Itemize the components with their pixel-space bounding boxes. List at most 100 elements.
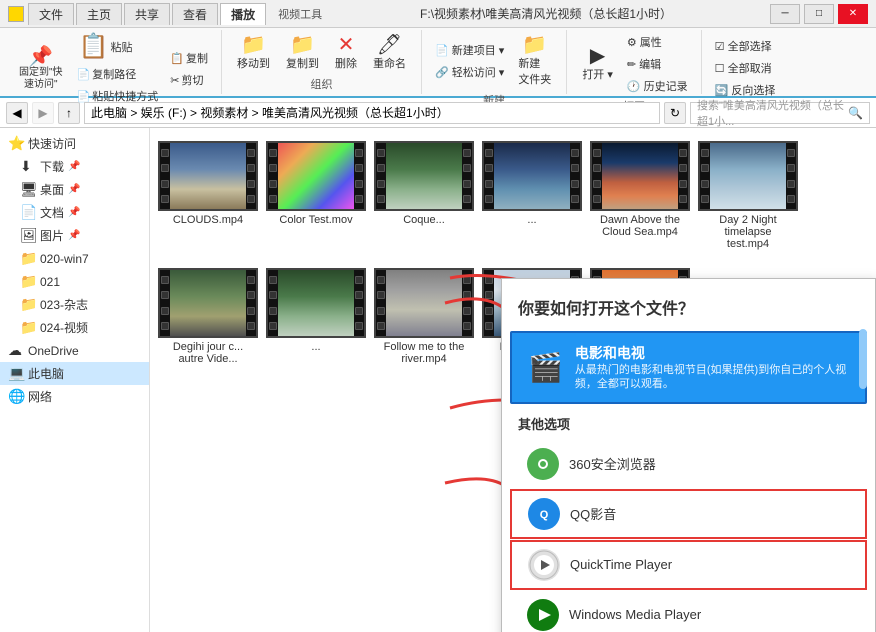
desktop-pin: 📌 [68, 184, 80, 195]
maximize-button[interactable]: □ [804, 4, 834, 24]
folder-023-icon: 📁 [20, 296, 36, 313]
sidebar-item-desktop[interactable]: 🖥 桌面 📌 [0, 178, 149, 201]
new-item-button[interactable]: 📄 新建项目 ▾ [430, 40, 509, 60]
ribbon-section-select: ☑ 全部选择 ☐ 全部取消 🔄 反向选择 选择 [702, 30, 789, 94]
tab-view[interactable]: 查看 [172, 3, 218, 25]
icon-quicktime [528, 549, 560, 581]
file-item-extra2[interactable]: ... [266, 263, 366, 370]
file-item-clouds[interactable]: CLOUDS.mp4 [158, 136, 258, 255]
dialog-option-360[interactable]: 360安全浏览器 [510, 440, 867, 488]
svg-text:Q: Q [540, 509, 549, 521]
rename-icon: 🖊 [377, 35, 402, 55]
edit-button[interactable]: ✏ 编辑 [622, 54, 693, 74]
sidebar-item-documents[interactable]: 📄 文档 📌 [0, 201, 149, 224]
ribbon-section-clipboard: 📌 固定到"快速访问" 📋 粘贴 📄 复制路径 📄 粘贴快捷方式 [4, 30, 222, 94]
sidebar-network-label: 网络 [28, 388, 52, 405]
copy-path-button[interactable]: 📄 复制路径 [72, 64, 164, 84]
option-qt-name: QuickTime Player [570, 557, 672, 572]
file-name-coque: Coque... [403, 214, 445, 226]
sidebar-item-thispc[interactable]: 💻 此电脑 [0, 362, 149, 385]
file-item-day2[interactable]: Day 2 Night timelapse test.mp4 [698, 136, 798, 255]
sidebar-item-024[interactable]: 📁 024-视频 [0, 316, 149, 339]
downloads-icon: ⬇ [20, 158, 36, 175]
dialog-option-movies-tv[interactable]: 🎬 电影和电视 从最热门的电影和电视节目(如果提供)到你自己的个人视频，全都可以… [510, 331, 867, 404]
search-box[interactable]: 搜索"唯美高清风光视频（总长超1小... 🔍 [690, 102, 870, 124]
copy-icon: 📋 [170, 52, 184, 65]
copy-button[interactable]: 📋 复制 [165, 48, 213, 68]
file-name-extra1: ... [527, 214, 536, 226]
close-button[interactable]: ✕ [838, 4, 868, 24]
thumb-bg-day2 [710, 143, 786, 209]
dialog-option-quicktime[interactable]: QuickTime Player [510, 540, 867, 590]
dialog-option-wmp[interactable]: Windows Media Player [510, 591, 867, 632]
sidebar-item-network[interactable]: 🌐 网络 [0, 385, 149, 408]
cut-label: 剪切 [181, 72, 203, 88]
sidebar-023-label: 023-杂志 [40, 296, 88, 313]
copy-label: 复制 [186, 50, 208, 66]
file-item-degihi[interactable]: Degihi jour c... autre Vide... [158, 263, 258, 370]
properties-button[interactable]: ⚙ 属性 [622, 32, 693, 52]
new-folder-icon: 📁 [522, 35, 547, 55]
select-all-button[interactable]: ☑ 全部选择 [710, 36, 781, 56]
tab-home[interactable]: 主页 [76, 3, 122, 25]
up-button[interactable]: ↑ [58, 102, 80, 124]
sidebar-item-quickaccess[interactable]: ⭐ 快速访问 [0, 132, 149, 155]
sidebar-item-pictures[interactable]: 🖼 图片 📌 [0, 224, 149, 247]
title-bar-left: 文件 主页 共享 查看 播放 视频工具 [8, 3, 322, 25]
tab-file[interactable]: 文件 [28, 3, 74, 25]
thumb-bg-extra1 [494, 143, 570, 209]
forward-button[interactable]: ▶ [32, 102, 54, 124]
file-item-dawn[interactable]: Dawn Above the Cloud Sea.mp4 [590, 136, 690, 255]
copyto-icon: 📁 [290, 35, 315, 55]
file-item-extra1[interactable]: ... [482, 136, 582, 255]
file-item-follow[interactable]: Follow me to the river.mp4 [374, 263, 474, 370]
address-path[interactable]: 此电脑 > 娱乐 (F:) > 视频素材 > 唯美高清风光视频（总长超1小时） [84, 102, 660, 124]
file-item-colortest[interactable]: Color Test.mov [266, 136, 366, 255]
sidebar-item-onedrive[interactable]: ☁ OneDrive [0, 339, 149, 362]
delete-label: 删除 [335, 55, 357, 71]
sidebar-item-023[interactable]: 📁 023-杂志 [0, 293, 149, 316]
window-controls: ─ □ ✕ [770, 4, 868, 24]
sidebar-item-downloads[interactable]: ⬇ 下载 📌 [0, 155, 149, 178]
icon-qq: Q [528, 498, 560, 530]
address-bar: ◀ ▶ ↑ 此电脑 > 娱乐 (F:) > 视频素材 > 唯美高清风光视频（总长… [0, 98, 876, 128]
copy-to-button[interactable]: 📁 复制到 [279, 32, 326, 74]
tab-share[interactable]: 共享 [124, 3, 170, 25]
rename-button[interactable]: 🖊 重命名 [366, 32, 413, 74]
file-thumb-day2 [698, 141, 798, 211]
file-name-dawn: Dawn Above the Cloud Sea.mp4 [595, 214, 685, 238]
sidebar-onedrive-label: OneDrive [28, 344, 79, 358]
file-name-degihi: Degihi jour c... autre Vide... [163, 341, 253, 365]
dialog-title: 你要如何打开这个文件？ [502, 279, 875, 331]
movies-tv-text: 电影和电视 从最热门的电影和电视节目(如果提供)到你自己的个人视频，全都可以观看… [575, 343, 849, 392]
file-item-coque[interactable]: Coque... [374, 136, 474, 255]
pin-label: 固定到"快速访问" [19, 67, 63, 91]
open-button[interactable]: ▶ 打开 ▾ [575, 43, 620, 85]
open-with-dialog: 你要如何打开这个文件？ 🎬 电影和电视 从最热门的电影和电视节目(如果提供)到你… [501, 278, 876, 632]
move-to-button[interactable]: 📁 移动到 [230, 32, 277, 74]
easy-access-button[interactable]: 🔗 轻松访问 ▾ [430, 62, 509, 82]
file-thumb-dawn [590, 141, 690, 211]
delete-button[interactable]: ✕ 删除 [328, 32, 364, 74]
new-folder-button[interactable]: 📁 新建文件夹 [511, 32, 558, 90]
file-name-colortest: Color Test.mov [279, 214, 352, 226]
pin-quick-access-button[interactable]: 📌 固定到"快速访问" [12, 44, 70, 94]
dialog-option-qq[interactable]: Q QQ影音 [510, 489, 867, 539]
sidebar-item-021[interactable]: 📁 021 [0, 270, 149, 293]
folder-020-icon: 📁 [20, 250, 36, 267]
paste-button[interactable]: 📋 粘贴 [72, 32, 164, 62]
cut-button[interactable]: ✂ 剪切 [165, 70, 213, 90]
deselect-all-button[interactable]: ☐ 全部取消 [710, 58, 781, 78]
minimize-button[interactable]: ─ [770, 4, 800, 24]
refresh-button[interactable]: ↻ [664, 102, 686, 124]
file-name-day2: Day 2 Night timelapse test.mp4 [703, 214, 793, 250]
tab-play[interactable]: 播放 [220, 3, 266, 25]
history-button[interactable]: 🕐 历史记录 [622, 76, 693, 96]
move-label: 移动到 [237, 55, 270, 71]
search-icon[interactable]: 🔍 [848, 106, 863, 120]
sidebar-021-label: 021 [40, 275, 60, 289]
dialog-scrollbar[interactable] [859, 329, 867, 389]
sidebar-item-020[interactable]: 📁 020-win7 [0, 247, 149, 270]
back-button[interactable]: ◀ [6, 102, 28, 124]
thumb-bg-dawn [602, 143, 678, 209]
